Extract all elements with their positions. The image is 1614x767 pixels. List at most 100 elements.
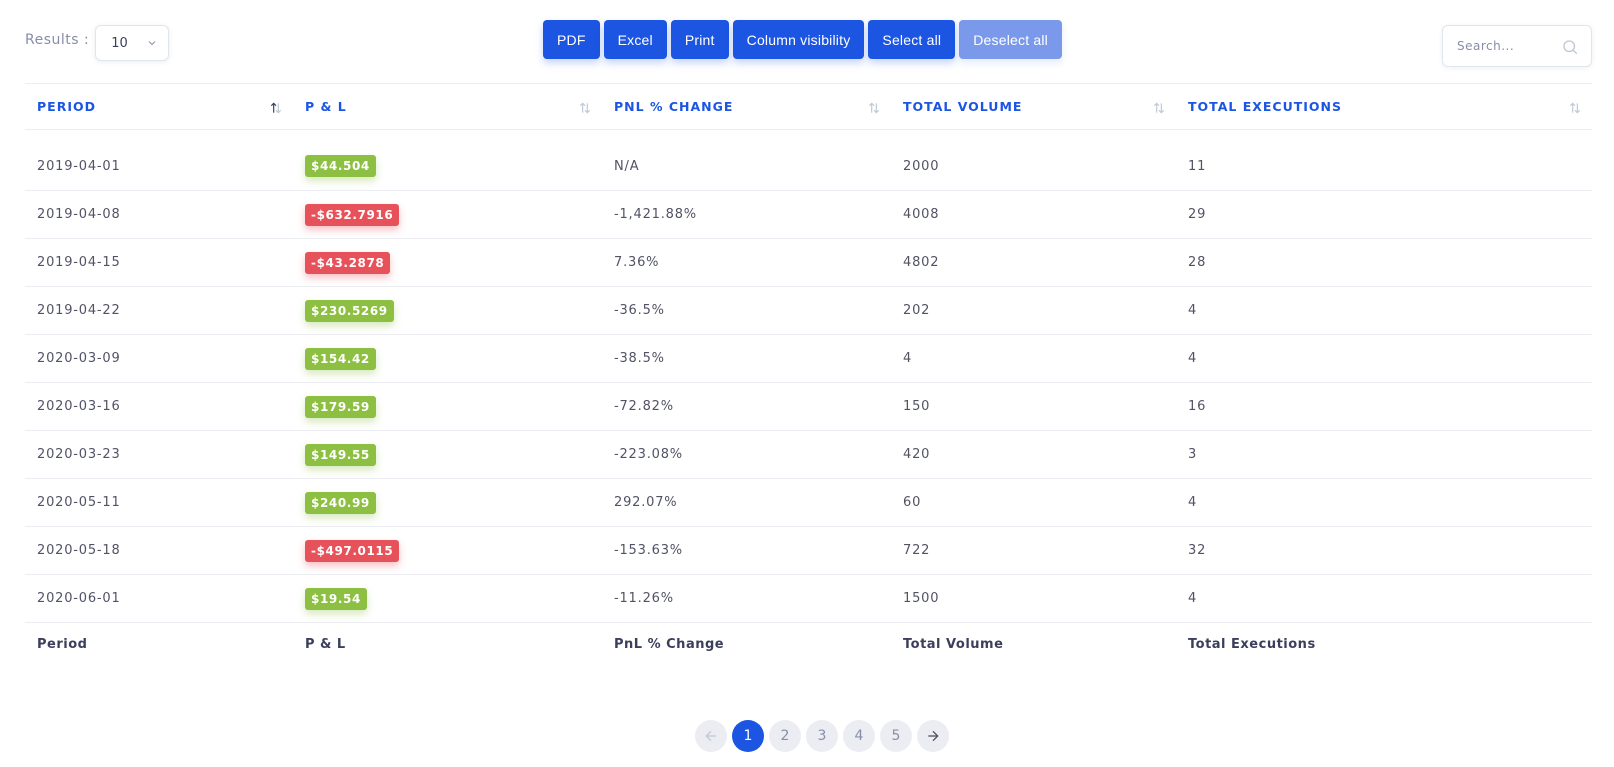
- pnl-cell: $230.5269: [293, 286, 602, 335]
- search-box: [1442, 25, 1592, 67]
- total-executions-cell: 4: [1176, 286, 1592, 335]
- pnl-change-cell: -72.82%: [602, 382, 891, 431]
- page-button-5[interactable]: 5: [880, 720, 912, 752]
- pnl-cell: -$497.0115: [293, 526, 602, 575]
- results-label: Results :: [25, 32, 90, 48]
- select-all-button[interactable]: Select all: [868, 20, 956, 59]
- pagination: 1 2 3 4 5: [695, 720, 954, 752]
- prev-page-button[interactable]: [695, 720, 727, 752]
- pnl-cell: $149.55: [293, 430, 602, 479]
- footer-total-executions: Total Executions: [1188, 637, 1316, 653]
- pnl-badge: $44.504: [305, 155, 376, 178]
- total-volume-cell: 202: [891, 286, 1176, 335]
- page-button-1[interactable]: 1: [732, 720, 764, 752]
- pnl-badge: $240.99: [305, 491, 376, 514]
- header-total-executions[interactable]: TOTAL EXECUTIONS: [1176, 83, 1592, 130]
- pnl-change-cell: -38.5%: [602, 334, 891, 383]
- pnl-change-cell: -153.63%: [602, 526, 891, 575]
- column-visibility-button[interactable]: Column visibility: [732, 20, 865, 59]
- footer-total-volume: Total Volume: [903, 637, 1004, 653]
- pnl-cell: -$43.2878: [293, 238, 602, 287]
- excel-button[interactable]: Excel: [603, 20, 667, 59]
- pnl-change-cell: -1,421.88%: [602, 190, 891, 239]
- table-row: 2020-03-23 $149.55 -223.08% 420 3: [25, 430, 1592, 479]
- header-label: PNL % CHANGE: [614, 99, 734, 114]
- deselect-all-button[interactable]: Deselect all: [959, 20, 1062, 59]
- search-input[interactable]: [1457, 39, 1557, 53]
- results-per-page: Results : 10: [25, 25, 170, 61]
- header-label: PERIOD: [37, 99, 96, 114]
- total-executions-cell: 16: [1176, 382, 1592, 431]
- search-icon[interactable]: [1561, 38, 1579, 56]
- period-cell: 2019-04-15: [25, 238, 293, 287]
- total-volume-cell: 420: [891, 430, 1176, 479]
- table-header-row: PERIOD P & L PNL % CHANGE TOTAL VOLUME T…: [25, 83, 1592, 130]
- period-cell: 2020-03-16: [25, 382, 293, 431]
- header-pnl[interactable]: P & L: [293, 83, 602, 130]
- total-volume-cell: 4: [891, 334, 1176, 383]
- print-button[interactable]: Print: [670, 20, 729, 59]
- results-select[interactable]: 10: [95, 25, 170, 61]
- pnl-cell: $240.99: [293, 478, 602, 527]
- table-row: 2019-04-08 -$632.7916 -1,421.88% 4008 29: [25, 190, 1592, 239]
- total-volume-cell: 4008: [891, 190, 1176, 239]
- period-cell: 2019-04-08: [25, 190, 293, 239]
- period-cell: 2019-04-01: [25, 142, 293, 191]
- table-row: 2019-04-01 $44.504 N/A 2000 11: [25, 142, 1592, 191]
- sort-icon: [1153, 102, 1165, 114]
- footer-pnl: P & L: [305, 637, 346, 653]
- table-row: 2019-04-22 $230.5269 -36.5% 202 4: [25, 286, 1592, 335]
- footer-period: Period: [37, 637, 88, 653]
- pnl-change-cell: 7.36%: [602, 238, 891, 287]
- header-label: TOTAL EXECUTIONS: [1188, 99, 1343, 114]
- pnl-cell: $154.42: [293, 334, 602, 383]
- pdf-button[interactable]: PDF: [543, 20, 600, 59]
- table-row: 2020-06-01 $19.54 -11.26% 1500 4: [25, 574, 1592, 623]
- pnl-badge: -$632.7916: [305, 203, 400, 226]
- total-executions-cell: 4: [1176, 478, 1592, 527]
- total-executions-cell: 28: [1176, 238, 1592, 287]
- total-volume-cell: 60: [891, 478, 1176, 527]
- page-button-3[interactable]: 3: [806, 720, 838, 752]
- pnl-badge: -$43.2878: [305, 251, 391, 274]
- export-button-group: PDF Excel Print Column visibility Select…: [543, 20, 1066, 59]
- pnl-cell: -$632.7916: [293, 190, 602, 239]
- page-button-4[interactable]: 4: [843, 720, 875, 752]
- footer-pnl-change: PnL % Change: [614, 637, 725, 653]
- total-volume-cell: 722: [891, 526, 1176, 575]
- arrow-left-icon: [705, 730, 716, 742]
- pnl-change-cell: -36.5%: [602, 286, 891, 335]
- total-volume-cell: 1500: [891, 574, 1176, 623]
- pnl-badge: $230.5269: [305, 299, 394, 322]
- pnl-change-cell: 292.07%: [602, 478, 891, 527]
- sort-icon: [270, 102, 282, 114]
- total-executions-cell: 3: [1176, 430, 1592, 479]
- total-volume-cell: 150: [891, 382, 1176, 431]
- header-period[interactable]: PERIOD: [25, 83, 293, 130]
- results-select-value: 10: [111, 35, 128, 51]
- arrow-right-icon: [928, 730, 939, 742]
- table-footer-row: Period P & L PnL % Change Total Volume T…: [25, 623, 1592, 667]
- next-page-button[interactable]: [917, 720, 949, 752]
- total-executions-cell: 29: [1176, 190, 1592, 239]
- header-pnl-change[interactable]: PNL % CHANGE: [602, 83, 891, 130]
- pnl-change-cell: -11.26%: [602, 574, 891, 623]
- header-label: P & L: [305, 99, 347, 114]
- total-executions-cell: 4: [1176, 334, 1592, 383]
- header-total-volume[interactable]: TOTAL VOLUME: [891, 83, 1176, 130]
- period-cell: 2020-03-09: [25, 334, 293, 383]
- pnl-cell: $19.54: [293, 574, 602, 623]
- sort-icon: [1569, 102, 1581, 114]
- pnl-badge: $19.54: [305, 587, 367, 610]
- page-button-2[interactable]: 2: [769, 720, 801, 752]
- period-cell: 2019-04-22: [25, 286, 293, 335]
- table-row: 2020-03-09 $154.42 -38.5% 4 4: [25, 334, 1592, 383]
- sort-icon: [868, 102, 880, 114]
- period-cell: 2020-03-23: [25, 430, 293, 479]
- table-row: 2020-03-16 $179.59 -72.82% 150 16: [25, 382, 1592, 431]
- period-cell: 2020-05-11: [25, 478, 293, 527]
- table-row: 2020-05-11 $240.99 292.07% 60 4: [25, 478, 1592, 527]
- period-cell: 2020-05-18: [25, 526, 293, 575]
- chevron-down-icon: [148, 41, 156, 46]
- pnl-badge: $149.55: [305, 443, 376, 466]
